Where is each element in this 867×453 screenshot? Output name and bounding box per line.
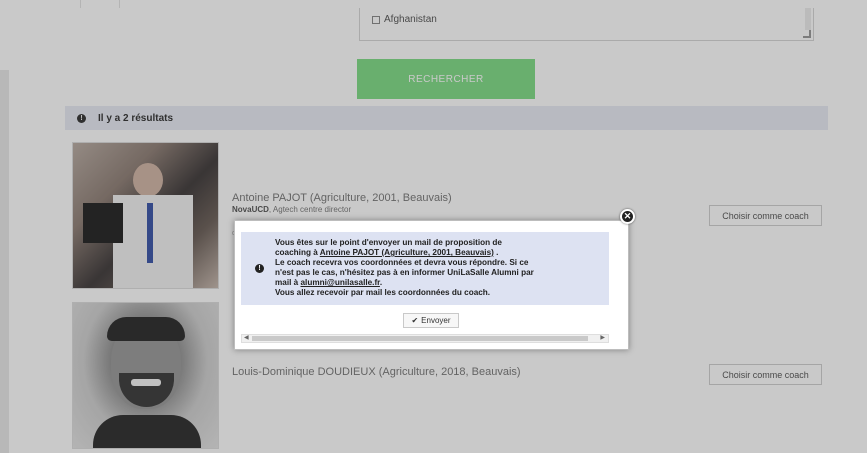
scrollbar-thumb[interactable] bbox=[252, 336, 588, 341]
info-alert: ! Vous êtes sur le point d'envoyer un ma… bbox=[241, 232, 609, 305]
alert-message: Vous êtes sur le point d'envoyer un mail… bbox=[275, 238, 605, 298]
alert-text-fragment: mail à bbox=[275, 278, 301, 287]
alert-text-fragment: . bbox=[493, 248, 499, 257]
alert-line: Vous allez recevoir par mail les coordon… bbox=[275, 288, 491, 297]
send-button-label: Envoyer bbox=[421, 316, 451, 325]
alert-line: coaching à Antoine PAJOT (Agriculture, 2… bbox=[275, 248, 605, 258]
email-link[interactable]: alumni@unilasalle.fr bbox=[301, 278, 380, 287]
alert-line: Vous êtes sur le point d'envoyer un mail… bbox=[275, 238, 502, 247]
coach-link[interactable]: Antoine PAJOT (Agriculture, 2001, Beauva… bbox=[320, 248, 494, 257]
alert-text-fragment: . bbox=[379, 278, 383, 287]
alert-line: mail à alumni@unilasalle.fr. bbox=[275, 278, 605, 288]
send-button[interactable]: ✔ Envoyer bbox=[403, 313, 459, 328]
horizontal-scrollbar[interactable]: ◀ ▶ bbox=[241, 334, 609, 343]
close-icon[interactable]: ✕ bbox=[620, 209, 635, 224]
scroll-left-icon[interactable]: ◀ bbox=[244, 334, 249, 341]
scroll-right-icon[interactable]: ▶ bbox=[600, 334, 605, 341]
alert-line: Le coach recevra vos coordonnées et devr… bbox=[275, 258, 529, 267]
alert-line: n'est pas le cas, n'hésitez pas à en inf… bbox=[275, 268, 534, 277]
alert-text-fragment: coaching à bbox=[275, 248, 320, 257]
info-icon: ! bbox=[255, 264, 264, 273]
check-icon: ✔ bbox=[411, 316, 419, 325]
coach-proposal-dialog: ! Vous êtes sur le point d'envoyer un ma… bbox=[234, 220, 629, 350]
